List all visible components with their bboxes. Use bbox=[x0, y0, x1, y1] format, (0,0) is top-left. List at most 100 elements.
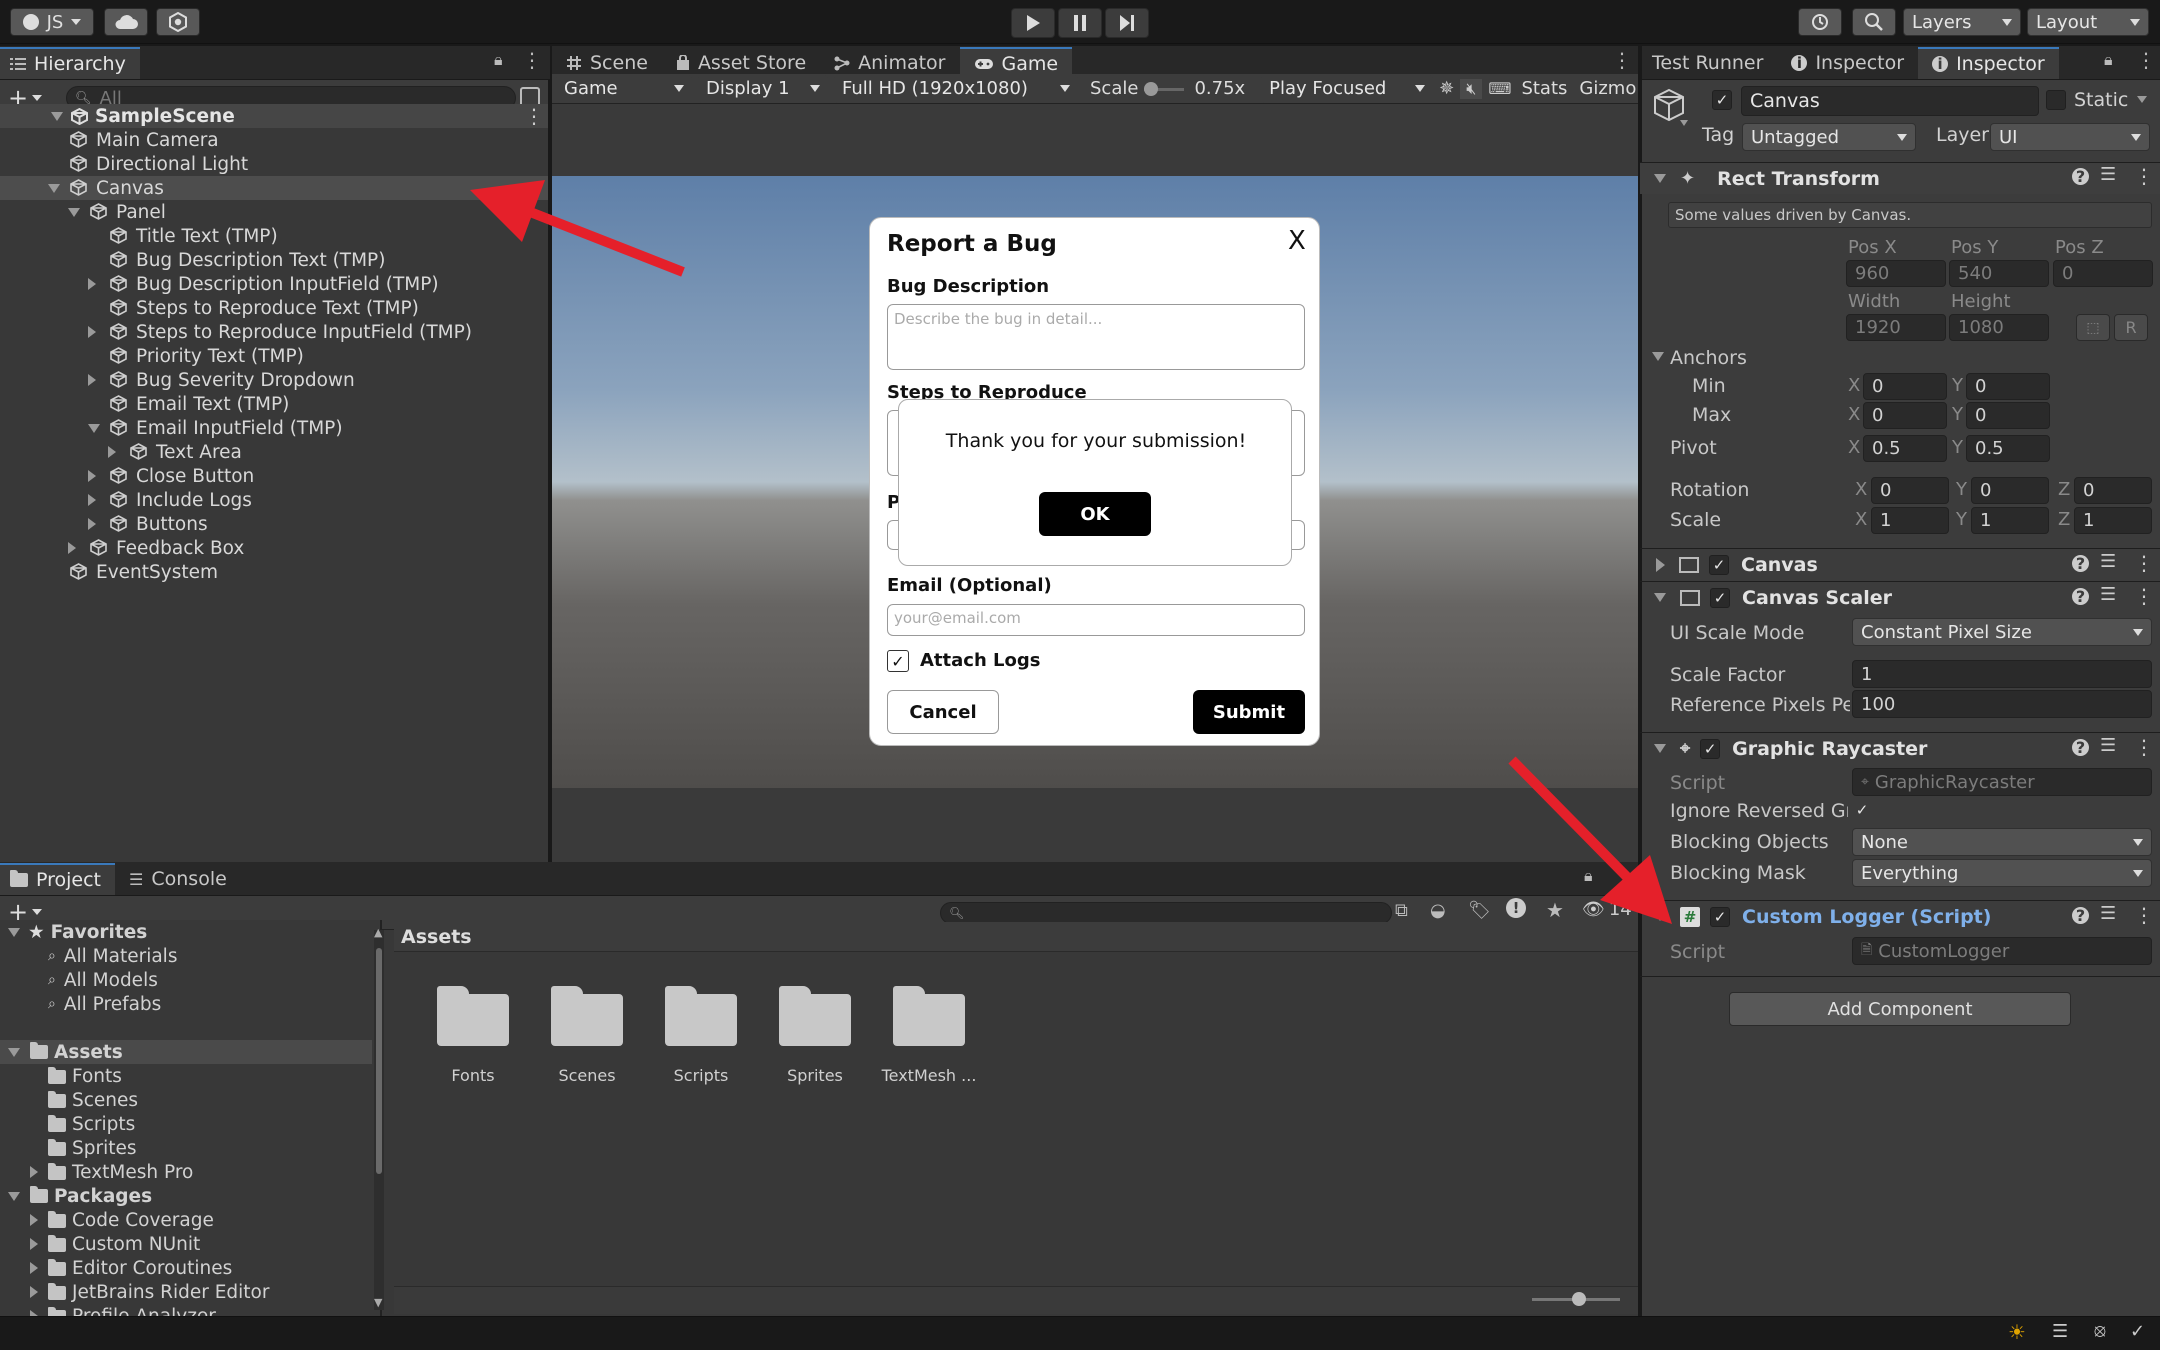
expand-arrow-icon[interactable] bbox=[1654, 744, 1666, 753]
expand-arrow-icon[interactable] bbox=[1652, 352, 1664, 361]
expand-arrow-icon[interactable] bbox=[8, 1191, 20, 1201]
search-by-type-icon[interactable]: ⧉ bbox=[1395, 900, 1408, 921]
collapse-arrow-icon[interactable] bbox=[88, 326, 96, 338]
more-menu-icon[interactable]: ⋮ bbox=[2134, 164, 2154, 188]
mute-audio-icon[interactable]: 🔇︎ bbox=[1460, 78, 1483, 99]
asset-folder-item[interactable]: Fonts bbox=[0, 1064, 372, 1088]
asset-grid-item[interactable]: Scripts bbox=[646, 986, 756, 1090]
asset-folder-item[interactable]: Sprites bbox=[0, 1136, 372, 1160]
pivot-y-field[interactable]: 0.5 bbox=[1966, 435, 2050, 462]
breadcrumb[interactable]: Assets bbox=[401, 926, 472, 948]
object-name-field[interactable]: Canvas bbox=[1741, 86, 2039, 116]
bug-reporter-icon[interactable]: ☀ bbox=[2008, 1320, 2026, 1344]
package-item[interactable]: Code Coverage bbox=[0, 1208, 372, 1232]
ui-scale-mode-dropdown[interactable]: Constant Pixel Size bbox=[1852, 618, 2152, 646]
hierarchy-item[interactable]: Bug Description InputField (TMP) bbox=[0, 272, 548, 296]
hierarchy-item[interactable]: Feedback Box bbox=[0, 536, 548, 560]
package-item[interactable]: Custom NUnit bbox=[0, 1232, 372, 1256]
cancel-button[interactable]: Cancel bbox=[887, 690, 999, 734]
tab-inspector-2[interactable]: i Inspector bbox=[1918, 47, 2059, 79]
hierarchy-item[interactable]: Bug Description Text (TMP) bbox=[0, 248, 548, 272]
favorite-item[interactable]: ⌕ All Prefabs bbox=[0, 992, 372, 1016]
package-item[interactable]: JetBrains Rider Editor bbox=[0, 1280, 372, 1304]
help-icon[interactable]: ? bbox=[2072, 554, 2089, 573]
scroll-up-icon[interactable]: ▲ bbox=[374, 926, 382, 939]
email-input[interactable]: your@email.com bbox=[887, 604, 1305, 636]
hierarchy-item[interactable]: Close Button bbox=[0, 464, 548, 488]
tab-project[interactable]: Project bbox=[0, 863, 116, 895]
hierarchy-item[interactable]: Directional Light bbox=[0, 152, 548, 176]
collapse-arrow-icon[interactable] bbox=[30, 1238, 38, 1250]
lock-icon[interactable]: 🔒︎ bbox=[1584, 866, 1593, 886]
presets-icon[interactable]: ☰ bbox=[2100, 551, 2116, 572]
collapse-arrow-icon[interactable] bbox=[68, 542, 76, 554]
collapse-arrow-icon[interactable] bbox=[88, 518, 96, 530]
ignore-reversed-checkbox[interactable]: ✓ bbox=[1852, 800, 1872, 820]
asset-grid-item[interactable]: Fonts bbox=[418, 986, 528, 1090]
pause-button[interactable] bbox=[1058, 8, 1102, 38]
anchor-min-y-field[interactable]: 0 bbox=[1966, 373, 2050, 400]
favorites-row[interactable]: ★ Favorites bbox=[0, 920, 372, 944]
stats-button[interactable]: Stats bbox=[1521, 78, 1567, 99]
collapse-arrow-icon[interactable] bbox=[30, 1214, 38, 1226]
collab-button[interactable] bbox=[156, 8, 200, 36]
assets-row[interactable]: Assets bbox=[0, 1040, 372, 1064]
more-menu-icon[interactable]: ⋮ bbox=[522, 48, 542, 72]
display-dropdown[interactable]: Display 1 bbox=[698, 74, 828, 103]
packages-row[interactable]: Packages bbox=[0, 1184, 372, 1208]
enabled-checkbox[interactable]: ✓ bbox=[1710, 906, 1730, 927]
network-icon[interactable]: ⦻ bbox=[2094, 1320, 2106, 1341]
collapse-arrow-icon[interactable] bbox=[108, 446, 116, 458]
active-checkbox[interactable]: ✓ bbox=[1712, 90, 1732, 110]
resolution-dropdown[interactable]: Full HD (1920x1080) bbox=[834, 74, 1078, 103]
asset-grid-item[interactable]: TextMesh ... bbox=[874, 986, 984, 1090]
rotation-y-field[interactable]: 0 bbox=[1971, 477, 2049, 504]
more-menu-icon[interactable]: ⋮ bbox=[2134, 735, 2154, 759]
hierarchy-item[interactable]: EventSystem bbox=[0, 560, 548, 584]
more-menu-icon[interactable]: ⋮ bbox=[2134, 551, 2154, 575]
gizmos-button[interactable]: Gizmo bbox=[1579, 78, 1636, 99]
tab-test-runner[interactable]: Test Runner bbox=[1642, 47, 1777, 79]
collapse-arrow-icon[interactable] bbox=[30, 1262, 38, 1274]
collapse-arrow-icon[interactable] bbox=[30, 1286, 38, 1298]
expand-arrow-icon[interactable] bbox=[51, 111, 63, 121]
asset-folder-item[interactable]: TextMesh Pro bbox=[0, 1160, 372, 1184]
warning-filter-icon[interactable]: ! bbox=[1506, 898, 1526, 918]
chevron-down-icon[interactable] bbox=[2137, 96, 2147, 103]
scale-x-field[interactable]: 1 bbox=[1871, 507, 1949, 534]
package-item[interactable]: Editor Coroutines bbox=[0, 1256, 372, 1280]
bug-description-input[interactable]: Describe the bug in detail... bbox=[887, 304, 1305, 370]
ok-button[interactable]: OK bbox=[1039, 492, 1151, 536]
lock-icon[interactable]: 🔒︎ bbox=[2104, 50, 2113, 70]
hierarchy-item[interactable]: Canvas bbox=[0, 176, 548, 200]
layout-dropdown[interactable]: Layout bbox=[2027, 8, 2149, 36]
collapse-arrow-icon[interactable] bbox=[1656, 557, 1665, 572]
bug-icon[interactable]: ✵ bbox=[1439, 78, 1454, 99]
layers-dropdown[interactable]: Layers bbox=[1903, 8, 2021, 36]
cloud-button[interactable] bbox=[104, 8, 148, 36]
rotation-z-field[interactable]: 0 bbox=[2074, 477, 2152, 504]
enabled-checkbox[interactable]: ✓ bbox=[1709, 554, 1729, 575]
tab-hierarchy[interactable]: Hierarchy bbox=[0, 47, 140, 79]
hierarchy-item[interactable]: Text Area bbox=[0, 440, 548, 464]
presets-icon[interactable]: ☰ bbox=[2100, 735, 2116, 756]
expand-arrow-icon[interactable] bbox=[48, 183, 60, 193]
enabled-checkbox[interactable]: ✓ bbox=[1700, 738, 1721, 759]
keyboard-icon[interactable]: ⌨︎ bbox=[1488, 79, 1511, 98]
more-menu-icon[interactable]: ⋮ bbox=[2134, 903, 2154, 927]
expand-arrow-icon[interactable] bbox=[8, 1047, 20, 1057]
favorite-item[interactable]: ⌕ All Materials bbox=[0, 944, 372, 968]
star-icon[interactable]: ★ bbox=[1546, 898, 1564, 922]
hierarchy-item[interactable]: Steps to Reproduce InputField (TMP) bbox=[0, 320, 548, 344]
more-menu-icon[interactable]: ⋮ bbox=[2136, 48, 2156, 72]
rotation-x-field[interactable]: 0 bbox=[1871, 477, 1949, 504]
presets-icon[interactable]: ☰ bbox=[2100, 164, 2116, 185]
help-icon[interactable]: ? bbox=[2072, 906, 2089, 925]
hierarchy-item[interactable]: Include Logs bbox=[0, 488, 548, 512]
close-button[interactable]: X bbox=[1288, 226, 1306, 256]
anchor-max-x-field[interactable]: 0 bbox=[1863, 402, 1947, 429]
collapse-arrow-icon[interactable] bbox=[88, 278, 96, 290]
more-menu-icon[interactable]: ⋮ bbox=[1612, 48, 1632, 72]
attach-logs-checkbox[interactable]: ✓ bbox=[887, 650, 909, 672]
collapse-arrow-icon[interactable] bbox=[88, 470, 96, 482]
